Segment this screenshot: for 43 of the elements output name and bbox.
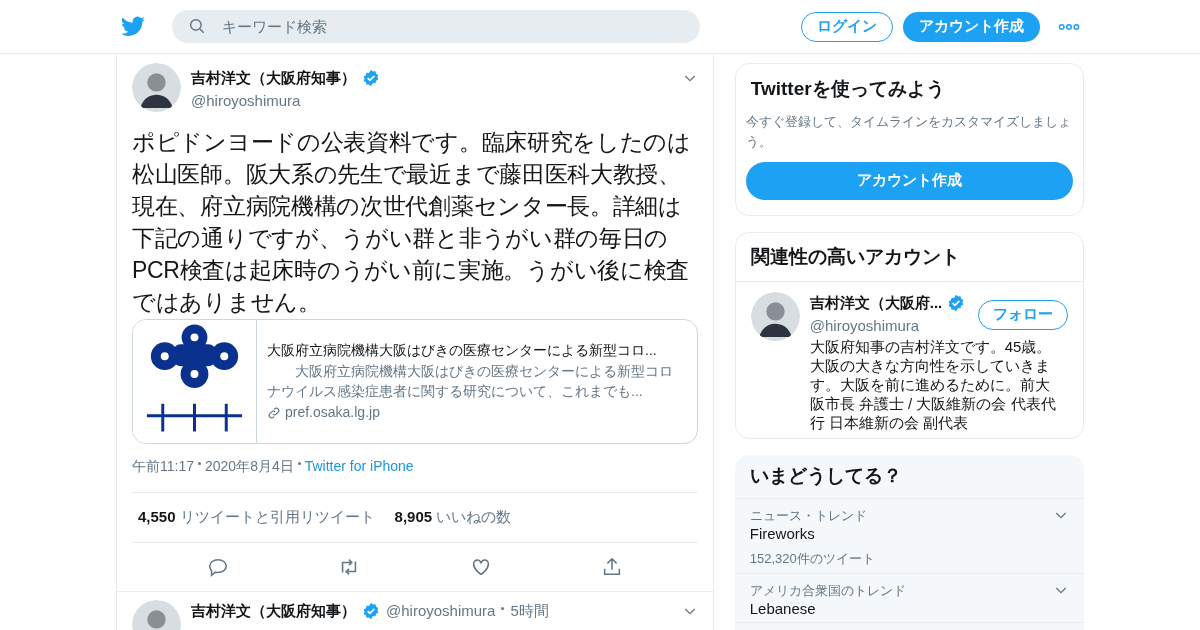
- tweet-date[interactable]: 2020年8月4日: [205, 456, 294, 477]
- author-name[interactable]: 吉村洋文（大阪府知事）: [191, 600, 356, 623]
- card-title: 大阪府立病院機構大阪はびきの医療センターによる新型コロ...: [267, 341, 658, 360]
- account-handle[interactable]: @hiroyoshimura: [809, 314, 973, 337]
- source-link[interactable]: Twitter for iPhone: [304, 456, 414, 477]
- link-icon: [267, 405, 281, 420]
- author-name[interactable]: 吉村洋文（大阪府知事）: [191, 67, 356, 90]
- card-heading: 関連性の高いアカウント: [735, 232, 1083, 282]
- reply-icon[interactable]: [206, 556, 229, 578]
- separator-dot-icon: [297, 462, 301, 465]
- signup-text: 今すぐ登録して、タイムラインをカスタマイズしましょう。: [745, 112, 1072, 151]
- card-heading: Twitterを使ってみよう: [749, 77, 946, 101]
- trend-item[interactable]: ニュース・トレンド Fireworks 152,320件のツイート: [734, 498, 1084, 574]
- tweet-time[interactable]: 午前11:17: [132, 456, 194, 477]
- stat-label[interactable]: いいねの数: [436, 506, 512, 529]
- card-description: 大阪府立病院機構大阪はびきの医療センターによる新型コロナウイルス感染症患者に関する研究について、これまでも...: [267, 362, 674, 401]
- avatar[interactable]: [750, 292, 800, 341]
- account-bio: 大阪府知事の吉村洋文です。45歳。大阪の大きな方向性を示していきます。大阪を前に進めるために。前大阪市長 弁護士 / 大阪維新の会 代表代行 日本維新の会 副代表: [809, 337, 1057, 432]
- trend-count: 152,320件のツイート: [749, 550, 876, 568]
- separator-dot-icon: [198, 462, 201, 465]
- author-handle[interactable]: @hiroyoshimura: [386, 600, 496, 623]
- author-handle[interactable]: @hiroyoshimura: [191, 89, 698, 112]
- separator-dot-icon: [501, 606, 505, 610]
- link-card[interactable]: 大阪府立病院機構大阪はびきの医療センターによる新型コロ... 大阪府立病院機構大阪はびきの医療センターによる新型コロナウイルス感染症患者に関する研究について、これまでも... pref.osaka.lg.jp: [132, 319, 698, 444]
- stat-label[interactable]: リツイートと引用リツイート: [179, 506, 375, 529]
- signup-button[interactable]: アカウント作成: [903, 11, 1040, 42]
- trend-name: Fireworks: [749, 525, 816, 543]
- account-name[interactable]: 吉村洋文（大阪府...: [809, 292, 943, 315]
- trend-context: ニュース・トレンド: [749, 506, 868, 525]
- trend-item[interactable]: アメリカ合衆国のトレンド Lebanese: [734, 573, 1084, 623]
- search-field[interactable]: キーワード検索: [172, 10, 700, 43]
- card-domain: pref.osaka.lg.jp: [285, 403, 380, 422]
- trend-name: Lebanese: [749, 600, 817, 618]
- search-icon: [188, 17, 206, 35]
- card-heading: いまどうしてる？: [734, 455, 1084, 499]
- trend-context: アメリカ合衆国のトレンド: [749, 581, 907, 600]
- tweet-text: ポピドンヨードの公表資料です。臨床研究をしたのは松山医師。阪大系の先生で最近まで藤田医科大教授、現在、府立病院機構の次世代創薬センター長。詳細は下記の通りですが、うがい群と非うがい群の毎日のPCR検査は起床時のうがい前に実施。うがい後に検査ではありません。: [132, 128, 692, 317]
- avatar[interactable]: [132, 63, 181, 112]
- signup-button[interactable]: アカウント作成: [745, 161, 1073, 200]
- stat-count: 4,550: [138, 507, 176, 528]
- stat-count: 8,905: [394, 507, 433, 528]
- tweet-age[interactable]: 5時間: [510, 600, 549, 623]
- more-icon[interactable]: [1058, 22, 1080, 31]
